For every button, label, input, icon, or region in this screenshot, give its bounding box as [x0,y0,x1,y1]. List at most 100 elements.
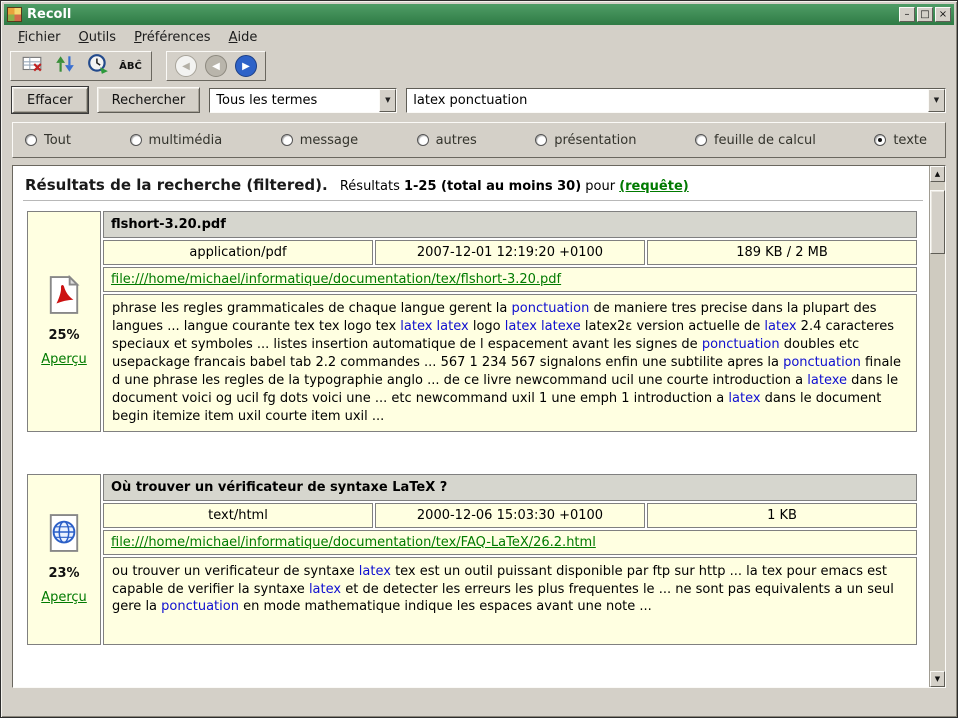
filter-label: autres [436,133,477,148]
result-item-2: 23% Aperçu Où trouver un vérificateur de… [27,474,917,645]
query-combobox[interactable]: ▼ [406,88,946,113]
result-abstract: ou trouver un verificateur de syntaxe la… [103,557,917,645]
category-filter-bar: Tout multimédia message autres présentat… [12,122,946,158]
radio-dot [130,134,142,146]
search-button[interactable]: Rechercher [97,87,201,113]
result-url-link[interactable]: file:///home/michael/informatique/docume… [111,272,561,287]
toolbar: ÂBĈ ◀ ◀ ▶ [4,49,954,83]
preview-link[interactable]: Aperçu [41,590,87,605]
toolbar-group-tools: ÂBĈ [10,51,152,81]
result-size: 189 KB / 2 MB [647,240,917,265]
first-page-icon: ◀ [182,61,190,72]
header-divider [23,200,923,201]
clear-button[interactable]: Effacer [12,87,88,113]
sort-params-button[interactable] [52,54,77,79]
recoll-window: Recoll – □ × Fichier Outils Préférences … [0,0,958,718]
radio-dot [281,134,293,146]
result-date: 2000-12-06 15:03:30 +0100 [375,503,645,528]
result-info-row: application/pdf 2007-12-01 12:19:20 +010… [103,240,917,265]
triangle-down-icon: ▼ [935,675,940,683]
pdf-icon [47,275,81,319]
term-explorer-button[interactable]: ÂBĈ [118,54,143,79]
scrollbar-track[interactable] [930,182,945,671]
next-page-icon: ▶ [242,61,250,72]
result-item-1: 25% Aperçu flshort-3.20.pdf application/… [27,211,917,432]
search-mode-select[interactable]: Tous les termes ▼ [209,88,397,113]
menu-item-preferences[interactable]: Préférences [126,28,218,47]
result-size: 1 KB [647,503,917,528]
results-count-middle: pour [581,179,619,194]
titlebar[interactable]: Recoll – □ × [4,4,954,25]
filter-radio-autres[interactable]: autres [417,133,477,148]
term-explorer-icon: ÂBĈ [119,61,142,72]
result-url-row: file:///home/michael/informatique/docume… [103,267,917,292]
preview-link[interactable]: Aperçu [41,352,87,367]
scrollbar-thumb[interactable] [930,190,945,254]
radio-dot [695,134,707,146]
triangle-up-icon: ▲ [935,170,940,178]
window-title: Recoll [27,7,71,22]
prev-page-icon: ◀ [212,61,220,72]
next-page-button[interactable]: ▶ [235,55,257,77]
radio-dot [25,134,37,146]
result-url-link[interactable]: file:///home/michael/informatique/docume… [111,535,596,550]
result-1-side: 25% Aperçu [27,211,101,432]
close-button[interactable]: × [935,7,951,22]
filter-radio-tout[interactable]: Tout [25,133,71,148]
query-link[interactable]: (requête) [619,179,689,194]
filter-label: présentation [554,133,636,148]
query-history-chevron-icon[interactable]: ▼ [928,89,945,112]
result-1-details: flshort-3.20.pdf application/pdf 2007-12… [103,211,917,432]
sort-params-icon [54,53,76,79]
result-date: 2007-12-01 12:19:20 +0100 [375,240,645,265]
scroll-up-button[interactable]: ▲ [930,166,945,182]
maximize-button[interactable]: □ [917,7,933,22]
radio-dot [417,134,429,146]
filter-label: Tout [44,133,71,148]
result-mime: application/pdf [103,240,373,265]
relevance-percent: 23% [48,566,79,581]
scroll-down-button[interactable]: ▼ [930,671,945,687]
search-mode-value: Tous les termes [210,89,379,112]
result-title: flshort-3.20.pdf [103,211,917,238]
first-page-button[interactable]: ◀ [175,55,197,77]
results-title: Résultats de la recherche (filtered). [25,176,328,194]
results-count-prefix: Résultats [340,179,404,194]
erase-search-icon [21,53,43,79]
result-info-row: text/html 2000-12-06 15:03:30 +0100 1 KB [103,503,917,528]
erase-search-button[interactable] [19,54,44,79]
radio-dot [535,134,547,146]
result-mime: text/html [103,503,373,528]
radio-dot [874,134,886,146]
filter-label: texte [893,133,927,148]
result-2-side: 23% Aperçu [27,474,101,645]
filter-label: message [300,133,358,148]
filter-radio-feuille-de-calcul[interactable]: feuille de calcul [695,133,816,148]
result-url-row: file:///home/michael/informatique/docume… [103,530,917,555]
results-scrollbar[interactable]: ▲ ▼ [929,166,945,687]
filter-radio-presentation[interactable]: présentation [535,133,636,148]
result-2-details: Où trouver un vérificateur de syntaxe La… [103,474,917,645]
statusbar [4,690,954,714]
filter-radio-texte[interactable]: texte [874,133,927,148]
window-controls: – □ × [899,7,951,22]
results-list: Résultats de la recherche (filtered). Ré… [13,166,929,687]
query-input[interactable] [407,89,928,112]
filter-radio-multimedia[interactable]: multimédia [130,133,223,148]
minimize-button[interactable]: – [899,7,915,22]
chevron-down-icon[interactable]: ▼ [379,89,396,112]
menu-item-outils[interactable]: Outils [71,28,125,47]
filter-radio-message[interactable]: message [281,133,358,148]
results-range: 1-25 (total au moins 30) [404,179,581,194]
results-count: Résultats 1-25 (total au moins 30) pour … [340,179,689,194]
menu-item-aide[interactable]: Aide [221,28,266,47]
doc-history-button[interactable] [85,54,110,79]
prev-page-button[interactable]: ◀ [205,55,227,77]
filter-label: multimédia [149,133,223,148]
clock-history-icon [87,53,109,79]
filter-label: feuille de calcul [714,133,816,148]
menu-item-fichier[interactable]: Fichier [10,28,69,47]
results-header: Résultats de la recherche (filtered). Ré… [25,176,923,194]
toolbar-group-navigation: ◀ ◀ ▶ [166,51,266,81]
relevance-percent: 25% [48,328,79,343]
